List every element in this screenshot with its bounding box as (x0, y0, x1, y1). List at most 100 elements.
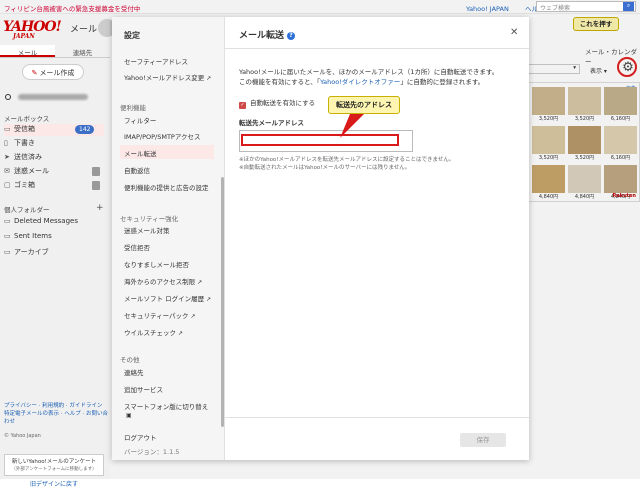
nav-change-address[interactable]: Yahoo!メールアドレス変更 ↗ (120, 69, 214, 83)
folder-archive[interactable]: ▭ アーカイブ (4, 247, 104, 259)
checkbox-checked-icon[interactable]: ✓ (239, 102, 246, 109)
nav-label: 連絡先 (124, 369, 144, 377)
forward-notes: ※ほかのYahoo!メールアドレスを転送先メールアドレスに設定することはできませ… (239, 156, 519, 172)
auto-forward-checkbox[interactable]: ✓ 自動転送を有効にする (239, 97, 315, 109)
nav-additional-services[interactable]: 追加サービス (120, 381, 214, 395)
left-sidebar: YAHOO! JAPAN メール メール 連絡先 ✎ メール作成 メールボックス … (0, 14, 116, 488)
nav-label: 海外からのアクセス制限 (124, 278, 196, 286)
folder-spam[interactable]: ✉ 迷惑メール (4, 166, 104, 178)
survey-sublabel: （外部アンケートフォームに移動します） (11, 467, 97, 472)
nav-label: Yahoo!メールアドレス変更 (124, 74, 205, 82)
nav-label: 便利機能の提供と広告の設定 (124, 184, 209, 192)
nav-mail-forward[interactable]: メール転送 (120, 145, 214, 159)
folder-label: ゴミ箱 (14, 181, 35, 189)
settings-nav: 設定 セーフティーアドレス Yahoo!メールアドレス変更 ↗ 便利機能 フィルタ… (112, 17, 225, 460)
compose-button[interactable]: ✎ メール作成 (22, 64, 84, 80)
nav-scrollbar[interactable] (221, 177, 224, 427)
folder-deleted-messages[interactable]: ▭ Deleted Messages (4, 217, 104, 229)
nav-label: メール転送 (124, 150, 157, 158)
folder-trash[interactable]: ▢ ゴミ箱 (4, 180, 104, 192)
external-link-icon: ↗ (206, 75, 212, 82)
nav-contacts[interactable]: 連絡先 (120, 364, 214, 378)
nav-virus-check[interactable]: ウイルスチェック ↗ (120, 324, 214, 338)
nav-block[interactable]: 受信拒否 (120, 239, 214, 253)
personal-folders-label: 個人フォルダー (4, 206, 50, 214)
smartphone-icon: ▣ (126, 412, 132, 419)
folder-label: Sent Items (14, 232, 52, 240)
account-address-redacted (18, 94, 88, 100)
direct-offer-link[interactable]: Yahoo!ダイレクトオファー (320, 78, 400, 86)
nav-smartphone-switch[interactable]: スマートフォン版に切り替え▣ (120, 398, 214, 419)
nav-label: ウイルスチェック (124, 329, 176, 337)
folder-label: 送信済み (14, 153, 42, 161)
spam-icon: ✉ (4, 167, 10, 175)
empty-trash-icon[interactable] (92, 181, 100, 190)
yahoo-japan-link[interactable]: Yahoo! JAPAN (466, 5, 509, 13)
mailbox-heading: メールボックス (4, 115, 50, 123)
forward-description: Yahoo!メールに届いたメールを、ほかのメールアドレス（1カ所）に自動転送でき… (239, 67, 519, 87)
nav-safety-address[interactable]: セーフティーアドレス (120, 53, 214, 67)
nav-spam-protection[interactable]: 迷惑メール対策 (120, 222, 214, 236)
nav-convenience-ads[interactable]: 便利機能の提供と広告の設定 (120, 179, 214, 193)
nav-label: セーフティーアドレス (124, 58, 188, 66)
survey-label: 新しいYahoo!メールのアンケート (11, 459, 97, 465)
save-button[interactable]: 保存 (460, 433, 506, 447)
top-bar: フィリピン台風被害への緊急支援募金を受付中 Yahoo! JAPAN ヘルプ ウ… (0, 0, 640, 14)
nav-group-other: その他 (120, 356, 140, 364)
empty-spam-trash-icon[interactable] (92, 167, 100, 176)
external-link-icon: ↗ (206, 296, 212, 303)
web-search-input[interactable]: ウェブ検索 ⌕ (536, 1, 636, 12)
close-icon[interactable]: ✕ (510, 27, 518, 38)
description-line-1: Yahoo!メールに届いたメールを、ほかのメールアドレス（1カ所）に自動転送でき… (239, 68, 499, 76)
version-text: バージョン：1.1.5 (124, 448, 180, 456)
settings-dialog: 設定 セーフティーアドレス Yahoo!メールアドレス変更 ↗ 便利機能 フィルタ… (112, 17, 529, 460)
nav-imap-pop-smtp[interactable]: IMAP/POP/SMTPアクセス (120, 128, 214, 142)
nav-label: 自動返信 (124, 167, 150, 175)
folder-drafts[interactable]: ▯ 下書き (4, 138, 104, 150)
nav-label: メールソフト ログイン履歴 (124, 295, 205, 303)
footer-links-1[interactable]: プライバシー · 利用規約 · ガイドライン (4, 402, 108, 410)
copyright: © Yahoo Japan (4, 433, 41, 439)
version-label: バージョン：1.1.5 (120, 443, 214, 457)
account-selector[interactable] (5, 93, 88, 102)
nav-overseas-access[interactable]: 海外からのアクセス制限 ↗ (120, 273, 214, 287)
logout-link[interactable]: ログアウト (120, 429, 214, 443)
external-link-icon: ↗ (178, 330, 184, 337)
old-design-link[interactable]: 旧デザインに戻す (4, 479, 104, 488)
nav-filter[interactable]: フィルター (120, 112, 214, 126)
settings-title: 設定 (124, 31, 140, 40)
footer-links-2[interactable]: 特定電子メールの表示 · ヘルプ · お問い合わせ (4, 410, 108, 426)
note-2: ※自動転送されたメールはYahoo!メールのサーバーには残りません。 (239, 165, 411, 171)
survey-button[interactable]: 新しいYahoo!メールのアンケート （外部アンケートフォームに移動します） (4, 454, 104, 476)
inbox-icon: ▭ (4, 125, 11, 133)
nav-security-pack[interactable]: セキュリティーパック ↗ (120, 307, 214, 321)
nav-login-history[interactable]: メールソフト ログイン履歴 ↗ (120, 290, 214, 304)
logout-label: ログアウト (124, 434, 157, 442)
tab-mail[interactable]: メール (0, 45, 55, 57)
description-text: 」に自動的に登録されます。 (400, 78, 485, 86)
checkbox-label: 自動転送を有効にする (250, 99, 316, 107)
nav-label: IMAP/POP/SMTPアクセス (124, 133, 201, 141)
tab-contacts[interactable]: 連絡先 (55, 45, 110, 57)
promo-banner-link[interactable]: フィリピン台風被害への緊急支援募金を受付中 (4, 3, 140, 13)
nav-label: 迷惑メール対策 (124, 227, 170, 235)
nav-spoofing-block[interactable]: なりすましメール拒否 (120, 256, 214, 270)
folder-sent[interactable]: ➤ 送信済み (4, 152, 104, 164)
folder-inbox[interactable]: ▭ 受信箱 142 (4, 124, 104, 136)
folder-label: 下書き (14, 139, 35, 147)
draft-icon: ▯ (4, 139, 8, 147)
sidebar-tabs: メール 連絡先 (0, 45, 110, 58)
account-radio-icon (5, 94, 11, 100)
nav-label: 受信拒否 (124, 244, 150, 252)
help-icon[interactable]: ? (287, 32, 296, 40)
folder-icon: ▭ (4, 232, 11, 240)
personal-folders-heading: 個人フォルダー + (4, 203, 104, 214)
add-folder-icon[interactable]: + (96, 203, 104, 213)
yahoo-logo[interactable]: YAHOO! JAPAN (3, 19, 62, 40)
folder-icon: ▭ (4, 217, 11, 225)
folder-sent-items[interactable]: ▭ Sent Items (4, 232, 104, 244)
settings-content: メール転送? ✕ Yahoo!メールに届いたメールを、ほかのメールアドレス（1カ… (225, 17, 529, 460)
external-link-icon: ↗ (190, 313, 196, 320)
nav-auto-reply[interactable]: 自動返信 (120, 162, 214, 176)
search-icon[interactable]: ⌕ (623, 2, 634, 11)
